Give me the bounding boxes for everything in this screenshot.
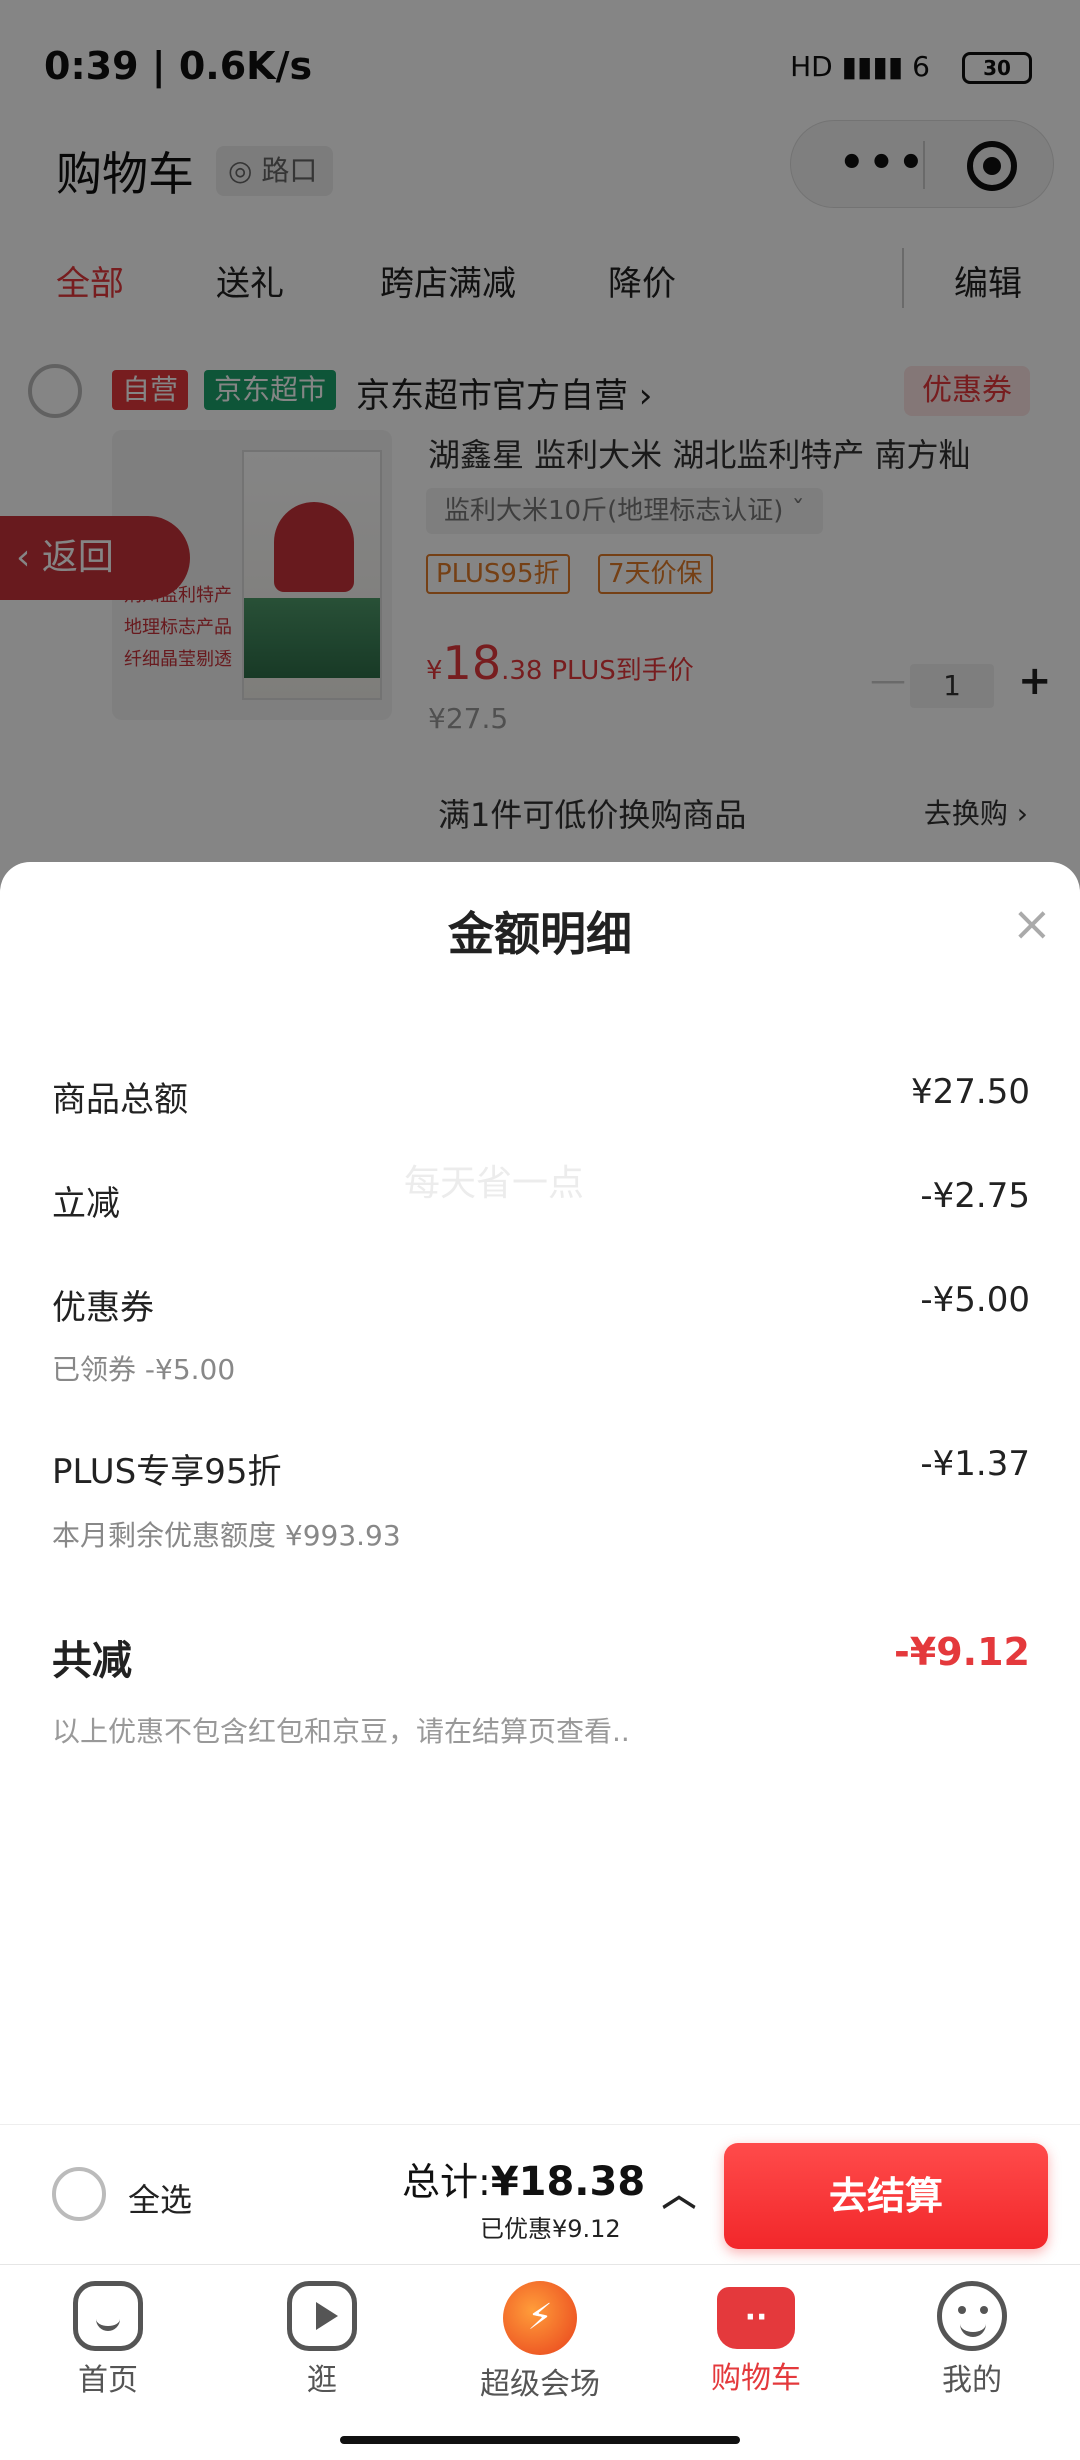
home-indicator	[340, 2436, 740, 2444]
select-all-label[interactable]: 全选	[128, 2175, 192, 2221]
home-icon	[73, 2281, 143, 2351]
instant-discount-label: 立减	[52, 1184, 120, 1224]
discount-note: 以上优惠不包含红包和京豆，请在结算页查看..	[52, 1715, 630, 1748]
coupon-sub: 已领券 -¥5.00	[52, 1353, 236, 1386]
cart-icon: ··	[717, 2287, 795, 2349]
tab-cart-label: 购物车	[711, 2361, 801, 2396]
checkout-button[interactable]: 去结算	[724, 2143, 1048, 2249]
tab-browse[interactable]: 逛	[242, 2281, 402, 2399]
sheet-title: 金额明细	[448, 907, 632, 961]
close-icon[interactable]: ×	[1012, 900, 1052, 948]
goods-total-value: ¥27.50	[911, 1072, 1030, 1112]
total-price: 总计:¥18.38	[402, 2159, 646, 2205]
instant-discount-value: -¥2.75	[920, 1176, 1030, 1216]
tab-browse-label: 逛	[307, 2363, 337, 2398]
coupon-value: -¥5.00	[920, 1280, 1030, 1320]
tab-me-label: 我的	[942, 2363, 1002, 2398]
plus-discount-value: -¥1.37	[920, 1444, 1030, 1484]
watermark: 每天省一点	[404, 1163, 585, 1204]
play-icon	[287, 2281, 357, 2351]
tab-super-venue-label: 超级会场	[480, 2367, 600, 2402]
bottom-tab-bar: 首页 逛 ⚡ 超级会场 ·· 购物车 我的	[0, 2264, 1080, 2460]
total-discount-value: -¥9.12	[894, 1630, 1030, 1674]
chevron-up-icon[interactable]: ︿	[662, 2167, 696, 2216]
goods-total-label: 商品总额	[52, 1080, 188, 1120]
super-venue-icon: ⚡	[503, 2281, 577, 2355]
plus-discount-label: PLUS专享95折	[52, 1452, 282, 1492]
tab-home-label: 首页	[78, 2363, 138, 2398]
total-discount-label: 共减	[52, 1638, 132, 1684]
select-all-checkbox[interactable]	[52, 2167, 106, 2221]
coupon-label: 优惠券	[52, 1288, 154, 1328]
tab-super-venue[interactable]: ⚡ 超级会场	[460, 2281, 620, 2403]
tab-cart[interactable]: ·· 购物车	[676, 2281, 836, 2397]
smile-icon	[937, 2281, 1007, 2351]
tab-home[interactable]: 首页	[28, 2281, 188, 2399]
plus-remaining-sub: 本月剩余优惠额度 ¥993.93	[52, 1519, 401, 1552]
saved-amount: 已优惠¥9.12	[480, 2215, 621, 2243]
checkout-bar: 全选 总计:¥18.38 已优惠¥9.12 ︿ 去结算	[0, 2124, 1080, 2264]
tab-me[interactable]: 我的	[892, 2281, 1052, 2399]
